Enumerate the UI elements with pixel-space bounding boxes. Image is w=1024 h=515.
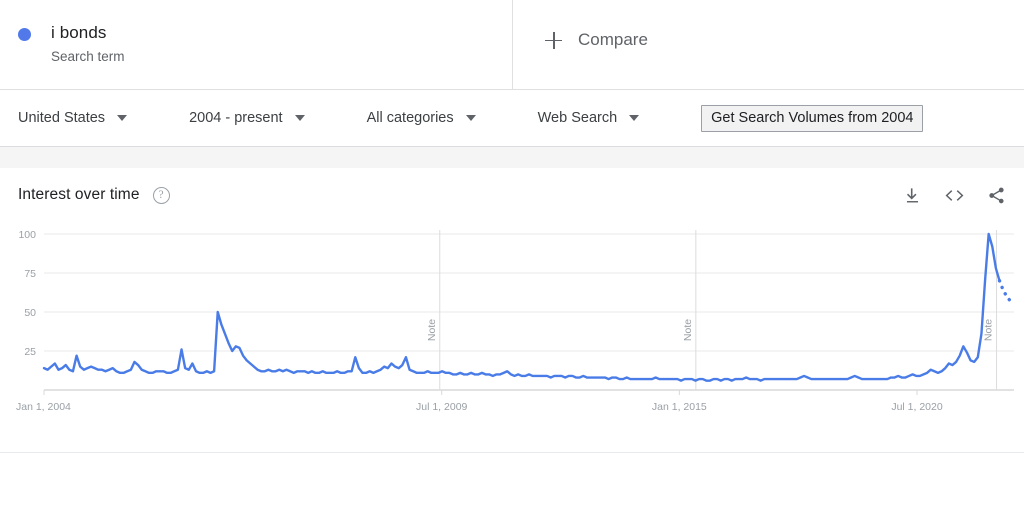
y-axis-tick-label: 25 [24,346,36,358]
embed-code-icon[interactable] [944,186,965,205]
chevron-down-icon [465,115,476,121]
chevron-down-icon [629,115,640,121]
chart-svg: 25 50 75 100 Note Note Note Jan 1, 2004 Jul 1, 2… [16,229,1016,413]
card-header: Interest over time ? [0,168,1024,222]
note-marker-label: Note [682,319,694,341]
interest-over-time-card: Interest over time ? 25 50 75 100 Note N… [0,168,1024,453]
x-axis-tick-label: Jan 1, 2004 [16,401,71,413]
search-term-subtitle: Search term [51,49,125,64]
download-icon[interactable] [903,186,922,205]
compare-cell: Compare [513,0,1024,89]
compare-label: Compare [578,30,648,49]
compare-button[interactable]: Compare [545,30,648,50]
plus-icon [545,31,562,49]
note-marker-label: Note [426,319,438,341]
note-marker-label: Note [983,319,995,341]
series-line-i-bonds [42,232,1001,382]
section-divider [0,147,1024,168]
y-axis-tick-label: 100 [18,229,36,241]
chevron-down-icon [117,115,128,121]
filter-search-type-label: Web Search [537,110,618,126]
interest-over-time-chart[interactable]: 25 50 75 100 Note Note Note Jan 1, 2004 Jul 1, 2… [0,222,1024,452]
page-title: Interest over time [18,186,140,203]
y-axis-tick-label: 50 [24,307,36,319]
chevron-down-icon [294,115,305,121]
share-icon[interactable] [987,186,1006,205]
filter-category[interactable]: All categories [367,110,476,126]
help-circle-icon[interactable]: ? [152,186,170,204]
search-term-title: i bonds [51,23,107,42]
search-term-card[interactable]: i bonds Search term [0,0,513,89]
search-term-bar: i bonds Search term Compare [0,0,1024,90]
filter-location-label: United States [18,110,106,126]
filter-bar: United States 2004 - present All categor… [0,90,1024,147]
x-axis-tick-label: Jul 1, 2020 [891,401,943,413]
filter-time-range[interactable]: 2004 - present [189,110,305,126]
get-search-volumes-button[interactable]: Get Search Volumes from 2004 [701,104,924,132]
series-line-partial-i-bonds [997,279,1016,306]
series-color-dot [18,28,31,41]
y-axis-tick-label: 75 [24,268,36,280]
trends-page: i bonds Search term Compare United State… [0,0,1024,515]
x-axis-tick-label: Jul 1, 2009 [416,401,468,413]
filter-time-range-label: 2004 - present [189,110,283,126]
card-actions [903,186,1006,205]
filter-search-type[interactable]: Web Search [538,110,640,126]
filter-category-label: All categories [366,110,454,126]
x-axis-tick-label: Jan 1, 2015 [652,401,707,413]
filter-location[interactable]: United States [18,110,128,126]
